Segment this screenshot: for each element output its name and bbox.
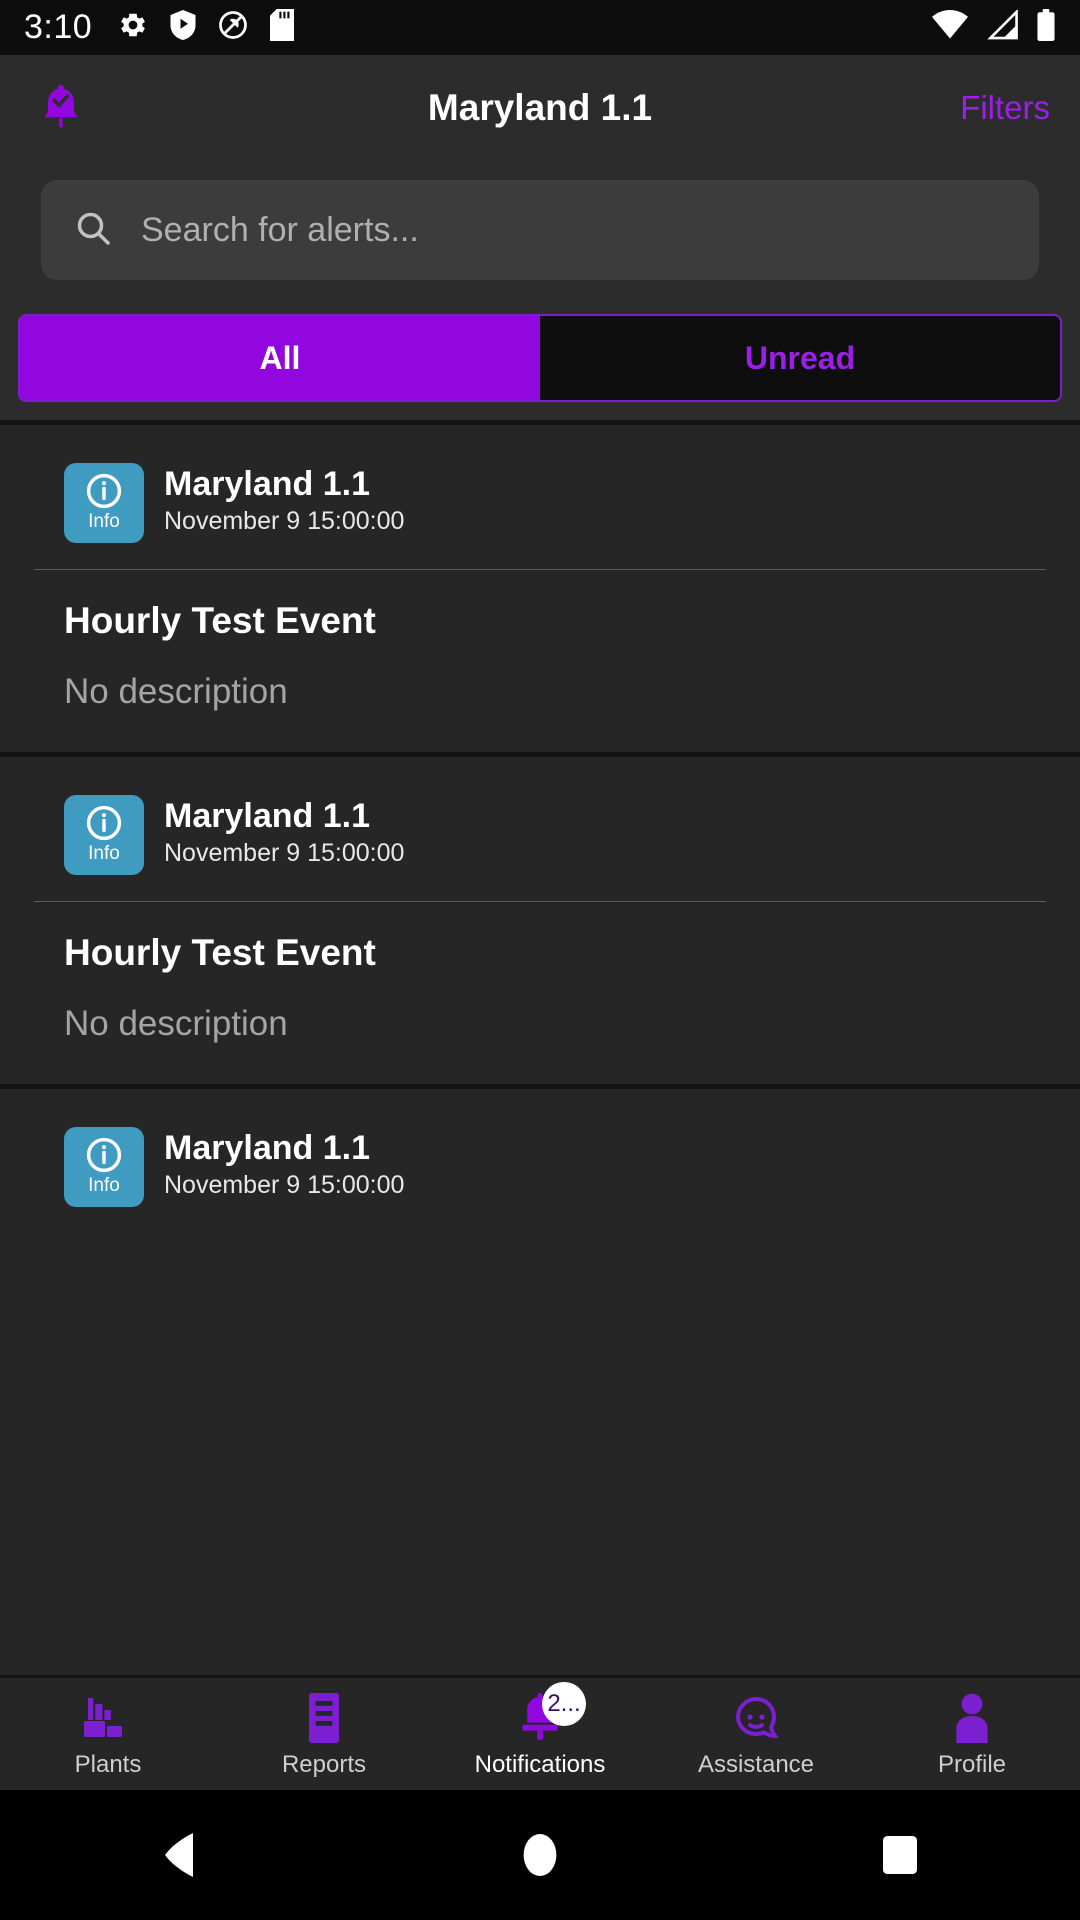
alert-description: No description bbox=[64, 1004, 288, 1043]
nav-label-plants: Plants bbox=[74, 1750, 142, 1778]
alert-title: Hourly Test Event bbox=[64, 600, 376, 641]
notifications-badge: 2... bbox=[542, 1681, 586, 1726]
alert-card-header: Info Maryland 1.1 November 9 15:00:00 bbox=[0, 795, 1080, 875]
nav-item-reports[interactable]: Reports bbox=[216, 1690, 432, 1779]
severity-badge: Info bbox=[64, 1127, 144, 1207]
nav-item-assistance[interactable]: Assistance bbox=[648, 1690, 864, 1779]
bell-check-icon[interactable] bbox=[30, 82, 92, 134]
cellular-signal-icon bbox=[986, 8, 1018, 45]
recents-square-icon[interactable] bbox=[830, 1790, 970, 1920]
no-entry-icon bbox=[218, 10, 248, 45]
gear-icon bbox=[118, 10, 148, 45]
alert-timestamp: November 9 15:00:00 bbox=[164, 1171, 405, 1200]
search-icon bbox=[73, 208, 113, 253]
status-bar: 3:10 bbox=[0, 0, 1080, 55]
back-triangle-icon[interactable] bbox=[110, 1790, 250, 1920]
status-left-icons bbox=[118, 9, 295, 46]
severity-badge-label: Info bbox=[88, 1175, 120, 1196]
search-input[interactable]: Search for alerts... bbox=[41, 180, 1039, 280]
nav-label-profile: Profile bbox=[937, 1750, 1007, 1778]
alert-card-header: Info Maryland 1.1 November 9 15:00:00 bbox=[0, 1127, 1080, 1207]
alert-card[interactable]: Info Maryland 1.1 November 9 15:00:00 Ho… bbox=[0, 420, 1080, 752]
nav-label-assistance: Assistance bbox=[697, 1750, 815, 1778]
filters-button[interactable]: Filters bbox=[960, 89, 1050, 127]
alert-meta: Maryland 1.1 November 9 15:00:00 bbox=[164, 795, 404, 868]
alert-title: Hourly Test Event bbox=[64, 932, 376, 973]
sd-card-icon bbox=[270, 9, 295, 46]
face-help-icon bbox=[731, 1690, 781, 1744]
bottom-navigation: Plants Reports 2... Notifications Assist… bbox=[0, 1675, 1080, 1790]
tab-all[interactable]: All bbox=[20, 316, 540, 400]
factory-icon bbox=[82, 1690, 134, 1744]
app-header: Maryland 1.1 Filters bbox=[0, 55, 1080, 160]
shield-play-icon bbox=[170, 10, 196, 45]
nav-label-notifications: Notifications bbox=[474, 1750, 606, 1778]
alert-meta: Maryland 1.1 November 9 15:00:00 bbox=[164, 463, 404, 536]
alert-card-header: Info Maryland 1.1 November 9 15:00:00 bbox=[0, 463, 1080, 543]
document-icon bbox=[302, 1690, 346, 1744]
phone-screen: 3:10 Maryland 1.1 Filters Search for ale… bbox=[0, 0, 1080, 1920]
nav-item-profile[interactable]: Profile bbox=[864, 1690, 1080, 1779]
severity-badge: Info bbox=[64, 795, 144, 875]
alert-timestamp: November 9 15:00:00 bbox=[164, 839, 405, 868]
info-circle-icon bbox=[82, 801, 126, 845]
filter-tabs-section: All Unread bbox=[0, 314, 1080, 420]
alert-timestamp: November 9 15:00:00 bbox=[164, 507, 405, 536]
tab-unread[interactable]: Unread bbox=[540, 316, 1060, 400]
alert-description: No description bbox=[64, 672, 288, 711]
search-placeholder: Search for alerts... bbox=[141, 210, 419, 249]
alert-card[interactable]: Info Maryland 1.1 November 9 15:00:00 bbox=[0, 1084, 1080, 1207]
android-navigation-bar bbox=[0, 1790, 1080, 1920]
alert-card-body: Hourly Test Event No description bbox=[0, 570, 1080, 752]
status-clock: 3:10 bbox=[24, 8, 93, 46]
nav-item-plants[interactable]: Plants bbox=[0, 1690, 216, 1779]
severity-badge-label: Info bbox=[88, 843, 120, 864]
alert-plant-name: Maryland 1.1 bbox=[164, 1129, 370, 1167]
alert-plant-name: Maryland 1.1 bbox=[164, 797, 370, 835]
nav-item-notifications[interactable]: 2... Notifications bbox=[432, 1681, 648, 1779]
home-circle-icon[interactable] bbox=[470, 1790, 610, 1920]
nav-label-reports: Reports bbox=[281, 1750, 367, 1778]
alerts-list[interactable]: Info Maryland 1.1 November 9 15:00:00 Ho… bbox=[0, 420, 1080, 1675]
person-icon bbox=[949, 1690, 995, 1744]
info-circle-icon bbox=[82, 1133, 126, 1177]
info-circle-icon bbox=[82, 469, 126, 513]
alert-plant-name: Maryland 1.1 bbox=[164, 465, 370, 503]
search-section: Search for alerts... bbox=[0, 160, 1080, 314]
severity-badge-label: Info bbox=[88, 511, 120, 532]
bell-icon: 2... bbox=[514, 1681, 586, 1744]
alert-meta: Maryland 1.1 November 9 15:00:00 bbox=[164, 1127, 404, 1200]
battery-icon bbox=[1036, 9, 1056, 46]
status-right-icons bbox=[932, 8, 1056, 46]
alert-card[interactable]: Info Maryland 1.1 November 9 15:00:00 Ho… bbox=[0, 752, 1080, 1084]
alert-card-body: Hourly Test Event No description bbox=[0, 902, 1080, 1084]
page-title: Maryland 1.1 bbox=[427, 86, 653, 128]
filter-segmented-control: All Unread bbox=[18, 314, 1062, 402]
severity-badge: Info bbox=[64, 463, 144, 543]
wifi-icon bbox=[932, 10, 968, 45]
